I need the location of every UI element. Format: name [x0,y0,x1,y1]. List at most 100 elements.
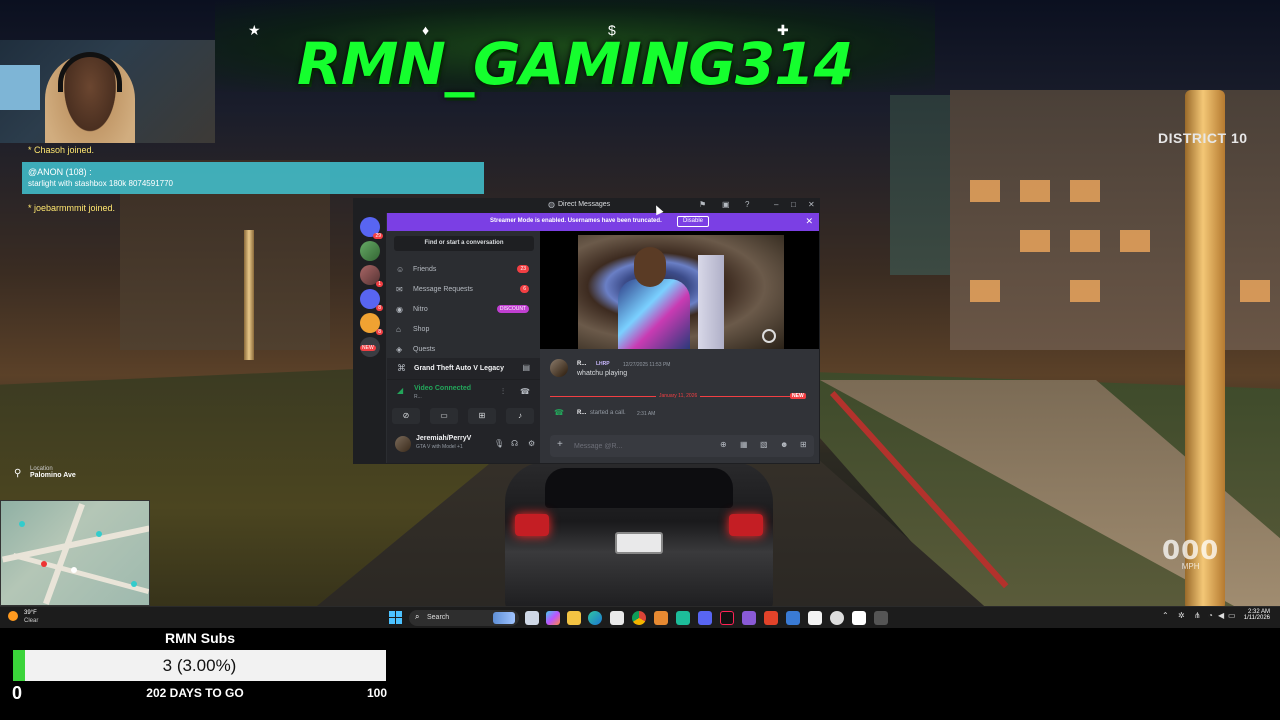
message-author[interactable]: R... [577,361,586,367]
nav-quests[interactable]: ◈ Quests [392,342,535,358]
call-user[interactable]: R... [577,410,586,416]
video-stream-view[interactable] [540,231,819,349]
nav-friends[interactable]: ☺ Friends 23 [392,262,535,278]
user-name: Jeremiah/PerryV [416,435,472,442]
apps-icon[interactable]: ⊞ [800,440,807,449]
battery-icon[interactable]: ▭ [1228,611,1236,620]
nav-message-requests[interactable]: ✉ Message Requests 6 [392,282,535,298]
user-status: GTA V with Model +1 [416,444,463,450]
windows-taskbar: 39°F Clear ⌕ Search ⌃ ✲ ⋔ ◔ ◀ ▭ 2:32 AM … [0,606,1280,628]
app-icon[interactable] [676,611,690,625]
screen-icon[interactable]: ▤ [522,363,530,372]
chevron-up-icon[interactable]: ⌃ [1162,611,1169,620]
divider-date: January 11, 2026 [656,393,701,399]
disable-streamer-mode-button[interactable]: Disable [677,216,709,227]
new-server-icon[interactable]: NEW [360,337,380,357]
soundboard-button[interactable]: ♪ [506,408,534,424]
video-person [618,279,690,349]
gift-icon[interactable]: ⊕ [720,440,727,449]
guild-badge: 1 [376,281,383,287]
app-icon[interactable] [874,611,888,625]
inbox-flag-icon[interactable]: ⚑ [699,200,706,209]
task-view-icon[interactable] [525,611,539,625]
document-icon[interactable] [808,611,822,625]
server-icon[interactable] [360,241,380,261]
file-explorer-icon[interactable] [567,611,581,625]
tower-center [890,95,950,275]
weather-temp: 39°F [24,610,37,616]
chrome-icon[interactable] [632,611,646,625]
call-text: started a call. [590,410,626,416]
app-icon[interactable] [764,611,778,625]
server-icon[interactable]: 8 [360,289,383,311]
close-window-button[interactable]: ✕ [808,200,815,209]
maximize-button[interactable]: □ [791,200,796,209]
video-person-face [634,247,666,287]
nav-nitro[interactable]: ◉ Nitro DISCOUNT [392,302,535,318]
speedometer: 000 MPH [1162,536,1219,571]
nav-shop[interactable]: ⌂ Shop [392,322,535,338]
copilot-icon[interactable] [546,611,560,625]
activities-button[interactable]: ⊞ [468,408,496,424]
player-marker-icon [71,567,77,573]
avatar[interactable] [395,436,411,452]
minimize-button[interactable]: – [774,200,778,209]
edge-icon[interactable] [588,611,602,625]
headphones-icon[interactable]: ☊ [511,439,518,448]
brand-title: RMN_GAMING314 [297,30,854,98]
new-badge: NEW [790,393,806,399]
microphone-icon[interactable]: 🎙 [494,439,504,448]
app-icon[interactable] [852,611,866,625]
sticker-icon[interactable]: ▧ [760,440,768,449]
voice-status: Video Connected [414,385,472,392]
start-button[interactable] [389,611,403,625]
dm-search-button[interactable]: Find or start a conversation [394,236,534,251]
close-icon[interactable]: ✕ [805,216,813,227]
game-activity-row[interactable]: ⌘ Grand Theft Auto V Legacy ▤ [387,358,540,380]
dm-conversation: R... LHRP 12/27/2025 11:53 PM whatchu pl… [540,231,819,463]
disconnect-icon[interactable]: ☎ [520,387,530,396]
server-icon[interactable]: 8 [360,313,383,335]
streamer-mode-text: Streamer Mode is enabled. Usernames have… [490,218,662,224]
noise-suppression-icon[interactable]: ⫶ [502,387,504,397]
nav-label: Message Requests [413,286,473,293]
add-attachment-icon[interactable]: + [557,439,563,450]
app-icon[interactable] [830,611,844,625]
inbox-icon[interactable]: ▣ [722,200,730,209]
help-icon[interactable]: ? [745,200,749,209]
discord-taskbar-icon[interactable] [698,611,712,625]
search-label: Search [427,614,450,621]
guild-badge: NEW [360,345,376,351]
wifi-icon[interactable]: ◔ [1208,611,1213,620]
sun-icon [8,611,18,621]
street-lamp-left [244,230,254,360]
server-icon[interactable]: 1 [360,265,383,287]
app-icon[interactable] [786,611,800,625]
tray-app-icon[interactable]: ⋔ [1194,611,1201,620]
avatar[interactable] [550,359,568,377]
taskbar-search[interactable]: ⌕ Search [409,610,519,626]
nav-label: Nitro [413,306,428,313]
tail-light-left [515,514,549,536]
guild-badge: 29 [373,233,383,239]
taskbar-clock[interactable]: 2:32 AM 1/11/2026 [1236,609,1270,621]
message-input[interactable] [574,440,694,452]
video-feed [578,235,784,349]
camera-off-button[interactable]: ⊘ [392,408,420,424]
tiktok-icon[interactable] [720,611,734,625]
game-activity-name: Grand Theft Auto V Legacy [414,365,504,372]
home-dm-button[interactable]: 29 [360,217,383,239]
app-icon[interactable] [742,611,756,625]
screen-share-button[interactable]: ▭ [430,408,458,424]
volume-icon[interactable]: ◀ [1218,611,1224,620]
gif-icon[interactable]: ▦ [740,440,748,449]
phone-icon: ☎ [554,408,564,417]
store-icon[interactable] [610,611,624,625]
emoji-icon[interactable]: ☻ [780,440,788,449]
message-timestamp: 12/27/2025 11:53 PM [623,362,671,368]
settings-gear-icon[interactable]: ⚙ [528,439,535,448]
dm-sidebar: Find or start a conversation ☺ Friends 2… [387,231,540,463]
app-icon[interactable] [654,611,668,625]
tray-app-icon[interactable]: ✲ [1178,611,1185,620]
discord-titlebar[interactable]: ◍ Direct Messages ⚑ ▣ ? – □ ✕ [354,199,819,213]
